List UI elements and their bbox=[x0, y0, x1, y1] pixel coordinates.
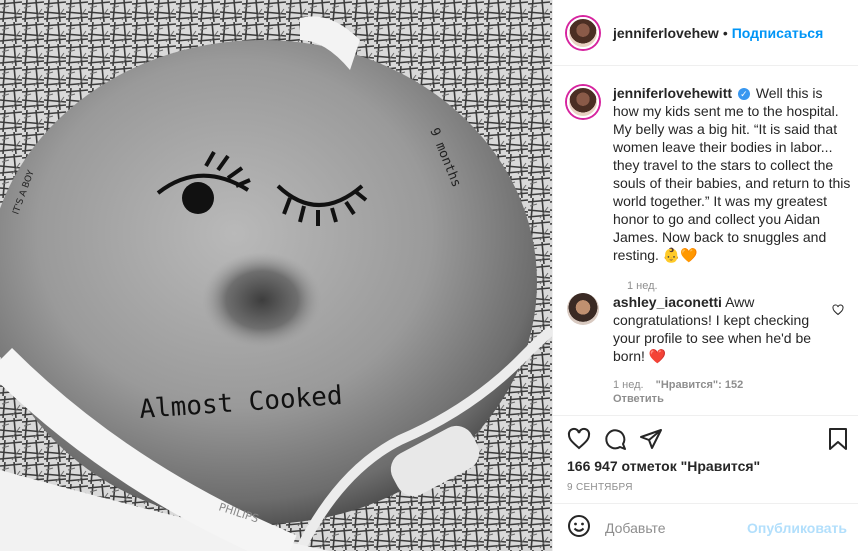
comment-meta: 1 нед. "Нравится": 152 bbox=[613, 379, 852, 391]
action-bar bbox=[553, 415, 858, 461]
caption-avatar[interactable] bbox=[567, 86, 599, 118]
verified-badge-icon: ✓ bbox=[737, 88, 750, 100]
author-username[interactable]: jenniferlovehew bbox=[613, 25, 719, 41]
comment-like-heart-icon[interactable] bbox=[832, 303, 844, 319]
caption-time[interactable]: 1 нед. bbox=[627, 280, 852, 292]
likes-count[interactable]: 166 947 отметок "Нравится" bbox=[567, 458, 760, 474]
comment-item: ashley_iaconetti Aww congratulations! I … bbox=[567, 293, 852, 405]
post-photo[interactable]: Almost Cooked IT'S A BOY 9 months PHILIP… bbox=[0, 0, 552, 551]
publish-button[interactable]: Опубликовать bbox=[747, 520, 847, 536]
comment-likes-count[interactable]: "Нравится": 152 bbox=[656, 379, 744, 391]
belly-photo-illustration: Almost Cooked IT'S A BOY 9 months PHILIP… bbox=[0, 0, 552, 551]
comment-input[interactable]: Добавьте bbox=[605, 520, 666, 536]
add-comment-bar: Добавьте Опубликовать bbox=[553, 503, 858, 551]
commenter-username[interactable]: ashley_iaconetti bbox=[613, 294, 722, 310]
follow-button[interactable]: Подписаться bbox=[732, 25, 824, 41]
reply-button[interactable]: Ответить bbox=[613, 393, 852, 405]
caption-text: Well this is how my kids sent me to the … bbox=[613, 85, 851, 263]
caption-text-block: jenniferlovehewitt ✓ Well this is how my… bbox=[613, 84, 852, 264]
bookmark-icon[interactable] bbox=[827, 427, 849, 451]
caption-username[interactable]: jenniferlovehewitt bbox=[613, 85, 732, 101]
caption-block: jenniferlovehewitt ✓ Well this is how my… bbox=[567, 84, 852, 292]
post-side-panel: jenniferlovehew • Подписаться jenniferlo… bbox=[552, 0, 858, 551]
heart-icon[interactable] bbox=[567, 427, 591, 451]
paper-plane-icon[interactable] bbox=[639, 427, 663, 451]
author-avatar[interactable] bbox=[567, 16, 599, 49]
comment-text-block: ashley_iaconetti Aww congratulations! I … bbox=[613, 293, 818, 365]
commenter-avatar[interactable] bbox=[567, 293, 599, 325]
post-header: jenniferlovehew • Подписаться bbox=[553, 0, 858, 66]
header-separator: • bbox=[722, 24, 728, 41]
comment-icon[interactable] bbox=[603, 427, 627, 451]
post-date[interactable]: 9 СЕНТЯБРЯ bbox=[567, 482, 633, 493]
emoji-icon[interactable] bbox=[567, 514, 591, 541]
comment-time[interactable]: 1 нед. bbox=[613, 379, 644, 391]
